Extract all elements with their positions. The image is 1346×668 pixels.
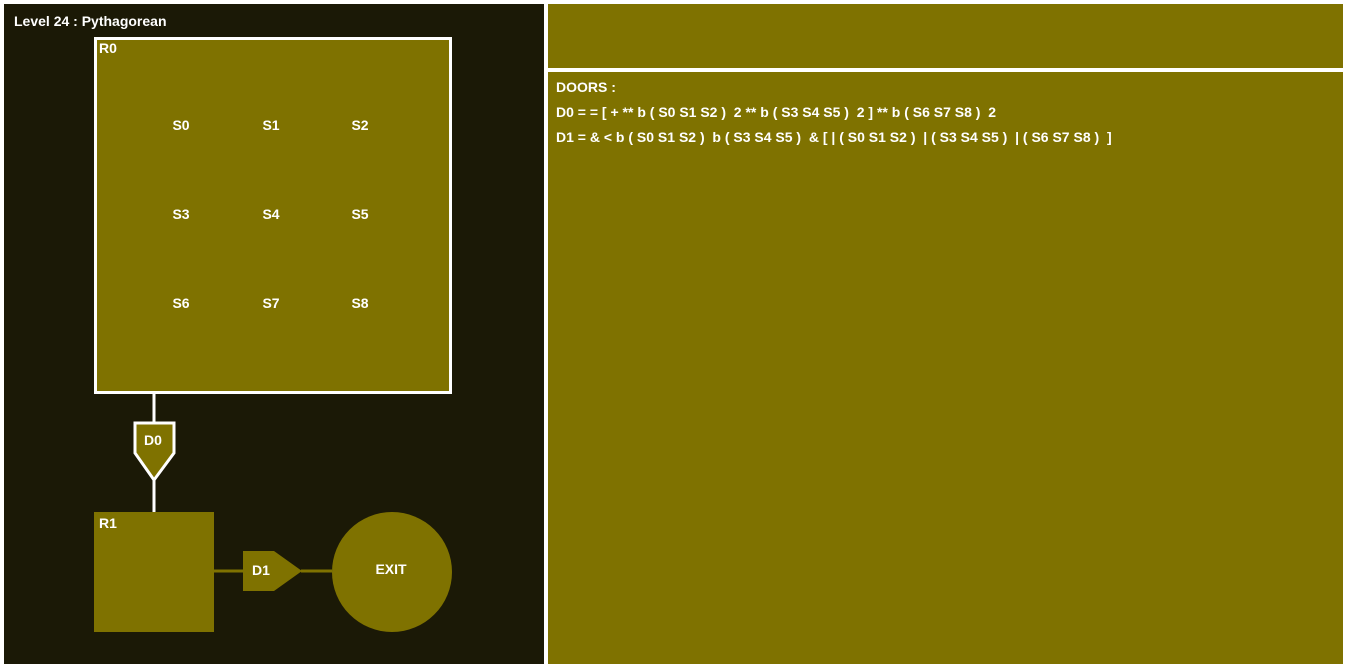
door-d1-label: D1: [252, 562, 270, 578]
room-r0-label: R0: [99, 40, 117, 56]
switch-s1[interactable]: S1: [262, 117, 279, 133]
door-d0-label: D0: [144, 432, 162, 448]
room-r1-label: R1: [99, 515, 117, 531]
switch-s2[interactable]: S2: [351, 117, 368, 133]
switch-s8[interactable]: S8: [351, 295, 368, 311]
switch-s3[interactable]: S3: [172, 206, 189, 222]
room-r1[interactable]: R1: [94, 512, 214, 632]
level-map-panel: R0 S0 S1 S2 S3 S4 S5 S6 S7 S8 D0 R1 D1 E…: [4, 4, 544, 664]
door-d1[interactable]: D1: [243, 551, 302, 591]
door-d0[interactable]: D0: [133, 421, 176, 483]
door-d1-formula: D1 = & < b ( S0 S1 S2 ) b ( S3 S4 S5 ) &…: [556, 129, 1112, 145]
switch-s0[interactable]: S0: [172, 117, 189, 133]
switch-s5[interactable]: S5: [351, 206, 368, 222]
exit-label: EXIT: [375, 561, 407, 577]
switch-s7[interactable]: S7: [262, 295, 279, 311]
switch-s6[interactable]: S6: [172, 295, 189, 311]
doors-panel: DOORS : D0 = = [ + ** b ( S0 S1 S2 ) 2 *…: [548, 72, 1343, 664]
door-d0-formula: D0 = = [ + ** b ( S0 S1 S2 ) 2 ** b ( S3…: [556, 104, 997, 120]
doors-heading: DOORS :: [556, 79, 616, 95]
switch-s4[interactable]: S4: [262, 206, 279, 222]
exit[interactable]: EXIT: [332, 512, 452, 632]
level-map: R0 S0 S1 S2 S3 S4 S5 S6 S7 S8 D0 R1 D1 E…: [94, 37, 452, 632]
top-panel: [548, 4, 1343, 68]
level-title: Level 24 : Pythagorean: [14, 13, 167, 29]
